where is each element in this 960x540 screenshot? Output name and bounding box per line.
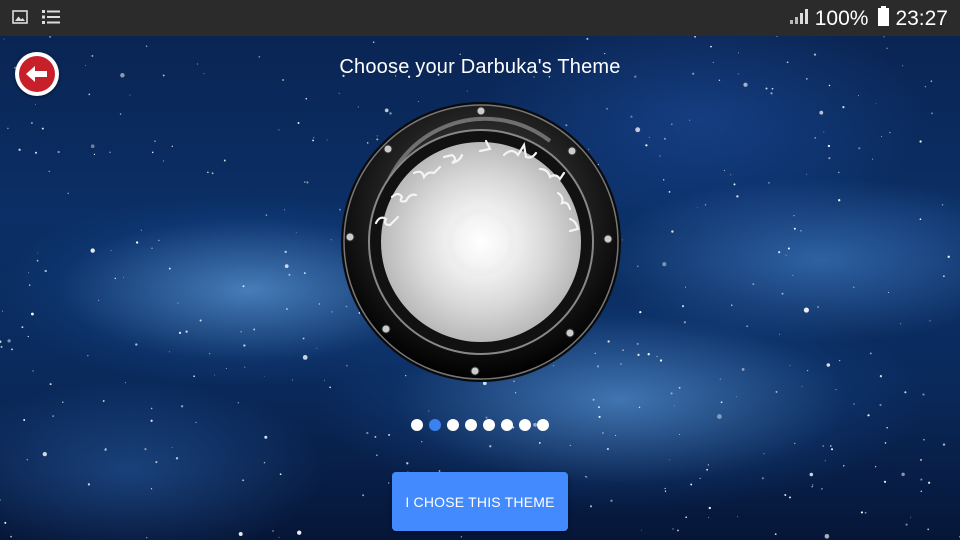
choose-theme-button[interactable]: I CHOSE THIS THEME bbox=[392, 472, 568, 531]
page-title: Choose your Darbuka's Theme bbox=[339, 56, 621, 78]
battery-percent: 100% bbox=[814, 7, 869, 30]
pager-dot[interactable] bbox=[447, 419, 459, 431]
clock-time: 23:27 bbox=[895, 7, 948, 30]
darbuka-theme-preview[interactable] bbox=[340, 101, 622, 383]
battery-icon bbox=[878, 6, 890, 32]
pager-dot[interactable] bbox=[429, 419, 441, 431]
status-bar: 100% 23:27 bbox=[0, 0, 960, 36]
pager-dot[interactable] bbox=[411, 419, 423, 431]
pager-dot[interactable] bbox=[501, 419, 513, 431]
pager-dot[interactable] bbox=[519, 419, 531, 431]
list-icon bbox=[42, 9, 60, 30]
pager-dot[interactable] bbox=[465, 419, 477, 431]
pager-dot[interactable] bbox=[537, 419, 549, 431]
theme-pager-dots bbox=[411, 419, 549, 431]
signal-icon bbox=[789, 7, 809, 31]
image-icon bbox=[12, 9, 28, 30]
pager-dot[interactable] bbox=[483, 419, 495, 431]
